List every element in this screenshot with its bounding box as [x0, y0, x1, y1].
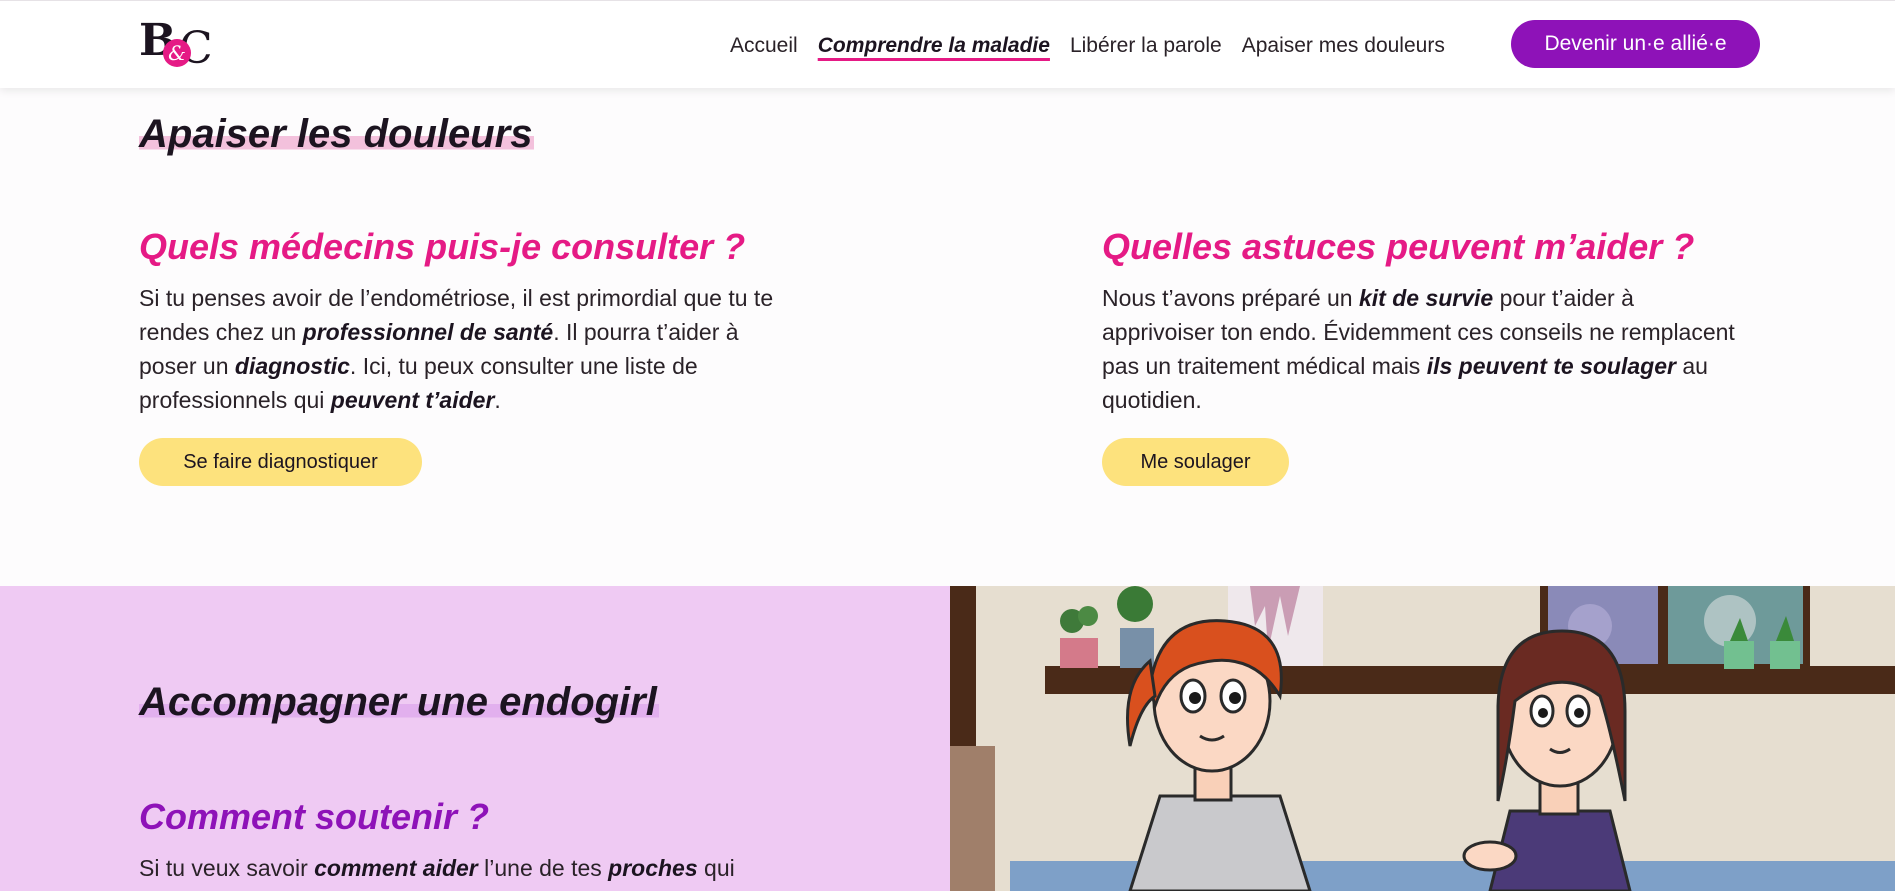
section-title-text: Apaiser les douleurs: [139, 112, 535, 156]
nav-item-liberer-la-parole[interactable]: Libérer la parole: [1060, 31, 1232, 61]
doctors-heading: Quels médecins puis-je consulter ?: [139, 226, 746, 267]
text-segment: Nous t’avons préparé un: [1102, 285, 1359, 311]
main-nav: Accueil Comprendre la maladie Libérer la…: [720, 31, 1455, 61]
tips-heading: Quelles astuces peuvent m’aider ?: [1102, 226, 1695, 267]
text-segment: .: [494, 387, 501, 413]
illustration-svg: [950, 586, 1895, 891]
section-title-accompagner: Accompagner une endogirl: [139, 680, 659, 725]
nav-item-comprendre-la-maladie[interactable]: Comprendre la maladie: [808, 31, 1060, 61]
become-ally-button[interactable]: Devenir un·e allié·e: [1511, 20, 1760, 68]
emphasis-text: comment aider: [314, 855, 478, 881]
text-segment: Si tu veux savoir: [139, 855, 315, 881]
relieve-me-button[interactable]: Me soulager: [1102, 438, 1289, 486]
site-header: B C & Accueil Comprendre la maladie Libé…: [0, 0, 1895, 88]
text-segment: qui: [697, 855, 735, 881]
emphasis-text: ils peuvent te soulager: [1426, 353, 1676, 379]
support-paragraph: Si tu veux savoir comment aider l’une de…: [139, 851, 839, 885]
nav-item-apaiser-mes-douleurs[interactable]: Apaiser mes douleurs: [1232, 31, 1455, 61]
logo-ampersand: &: [163, 39, 191, 67]
emphasis-text: peuvent t’aider: [330, 387, 495, 413]
text-segment: l’une de tes: [477, 855, 609, 881]
section-title-apaiser: Apaiser les douleurs: [139, 112, 535, 157]
section-title-text: Accompagner une endogirl: [139, 680, 659, 724]
support-heading: Comment soutenir ?: [139, 796, 490, 837]
emphasis-text: proches: [608, 855, 698, 881]
emphasis-text: diagnostic: [234, 353, 350, 379]
support-section: [0, 586, 950, 891]
get-diagnosed-button[interactable]: Se faire diagnostiquer: [139, 438, 422, 486]
emphasis-text: professionnel de santé: [302, 319, 554, 345]
emphasis-text: kit de survie: [1359, 285, 1494, 311]
tips-paragraph: Nous t’avons préparé un kit de survie po…: [1102, 281, 1750, 417]
doctors-paragraph: Si tu penses avoir de l’endométriose, il…: [139, 281, 789, 417]
site-logo[interactable]: B C &: [139, 19, 219, 71]
friends-illustration: [950, 586, 1895, 891]
nav-item-accueil[interactable]: Accueil: [720, 31, 808, 61]
